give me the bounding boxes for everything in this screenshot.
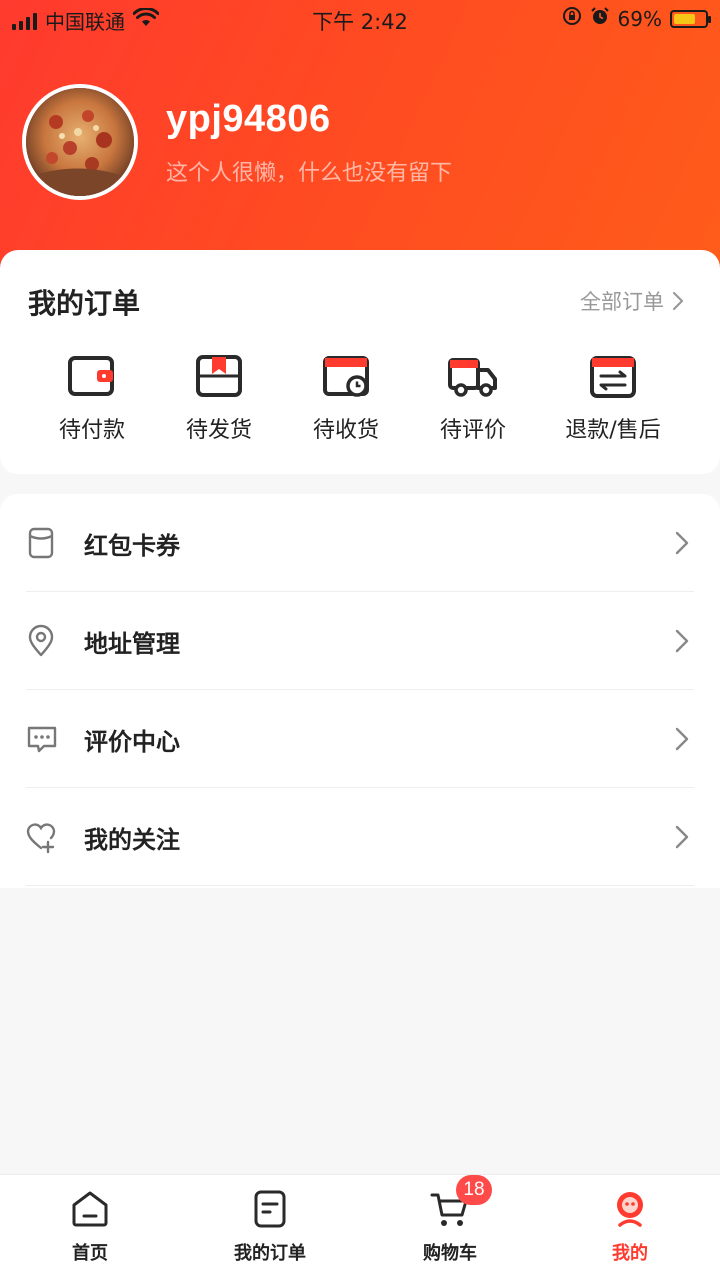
order-item-label: 退款/售后 (565, 418, 661, 443)
home-icon (70, 1189, 110, 1229)
user-mascot-icon (610, 1189, 650, 1229)
battery-icon (670, 9, 711, 28)
alarm-icon (590, 6, 610, 31)
avatar[interactable] (22, 84, 138, 200)
tab-label: 我的 (612, 1243, 648, 1264)
order-item-label: 待发货 (185, 418, 252, 443)
wallet-icon (67, 354, 117, 400)
all-orders-label: 全部订单 (580, 290, 664, 314)
cart-badge: 18 (456, 1175, 492, 1205)
chevron-right-icon (675, 629, 689, 653)
chevron-right-icon (675, 727, 689, 751)
order-item-label: 待付款 (58, 418, 125, 443)
tab-my-orders[interactable]: 我的订单 (200, 1189, 340, 1265)
coupon-icon (26, 526, 58, 560)
tab-cart[interactable]: 18 购物车 (380, 1175, 520, 1265)
tab-label: 我的订单 (234, 1243, 306, 1264)
divider (26, 885, 694, 886)
orders-card: 我的订单 全部订单 待付款 待发货 待收货 待评价 退款/售后 (0, 250, 720, 474)
heart-plus-icon (26, 820, 58, 854)
chevron-right-icon (675, 825, 689, 849)
orders-title: 我的订单 (28, 287, 141, 320)
refund-card-icon (588, 354, 638, 400)
chevron-right-icon (675, 531, 689, 555)
all-orders-link[interactable]: 全部订单 (580, 286, 684, 316)
menu-item-address[interactable]: 地址管理 (26, 592, 694, 690)
chevron-right-icon (672, 291, 684, 311)
profile-info[interactable]: ypj94806 这个人很懒，什么也没有留下 (22, 84, 452, 200)
menu-item-following[interactable]: 我的关注 (26, 788, 694, 886)
battery-fill (674, 13, 695, 24)
order-list-icon (250, 1189, 290, 1229)
receive-clock-icon (321, 354, 371, 400)
tab-home[interactable]: 首页 (20, 1189, 160, 1265)
user-info: ypj94806 这个人很懒，什么也没有留下 (166, 98, 452, 187)
menu-item-label: 我的关注 (84, 826, 180, 854)
truck-icon (448, 354, 498, 400)
order-status-list: 待付款 待发货 待收货 待评价 退款/售后 (0, 354, 720, 454)
user-bio: 这个人很懒，什么也没有留下 (166, 160, 453, 186)
location-pin-icon (26, 624, 58, 658)
order-pending-review[interactable]: 待评价 (408, 354, 538, 444)
chat-bubble-icon (26, 722, 58, 756)
package-icon (194, 354, 244, 400)
menu-item-label: 红包卡券 (84, 532, 180, 560)
profile-header: 中国联通 下午 2:42 69% ypj94806 这个人很懒，什么也没有留下 (0, 0, 720, 280)
status-right: 69% (562, 6, 711, 31)
battery-percent: 69% (617, 6, 662, 31)
status-bar: 中国联通 下午 2:42 69% (0, 0, 720, 38)
order-refund-aftersale[interactable]: 退款/售后 (548, 354, 678, 444)
profile-page: 中国联通 下午 2:42 69% ypj94806 这个人很懒，什么也没有留下 … (0, 0, 720, 1280)
order-pending-payment[interactable]: 待付款 (27, 354, 157, 444)
tab-me[interactable]: 我的 (560, 1189, 700, 1265)
menu-item-reviews[interactable]: 评价中心 (26, 690, 694, 788)
order-item-label: 待收货 (312, 418, 379, 443)
menu-item-label: 地址管理 (84, 630, 180, 658)
bottom-tab-bar: 首页 我的订单 18 购物车 我的 (0, 1174, 720, 1280)
rotation-lock-icon (562, 6, 582, 31)
tab-label: 购物车 (423, 1243, 477, 1264)
menu-item-coupons[interactable]: 红包卡券 (26, 494, 694, 592)
order-pending-receipt[interactable]: 待收货 (281, 354, 411, 444)
order-pending-shipment[interactable]: 待发货 (154, 354, 284, 444)
tab-label: 首页 (72, 1243, 108, 1264)
username: ypj94806 (166, 97, 331, 140)
menu-item-label: 评价中心 (84, 728, 180, 756)
menu-card: 红包卡券 地址管理 评价中心 我的关注 (0, 494, 720, 888)
cart-icon: 18 (430, 1175, 492, 1229)
order-item-label: 待评价 (439, 418, 506, 443)
